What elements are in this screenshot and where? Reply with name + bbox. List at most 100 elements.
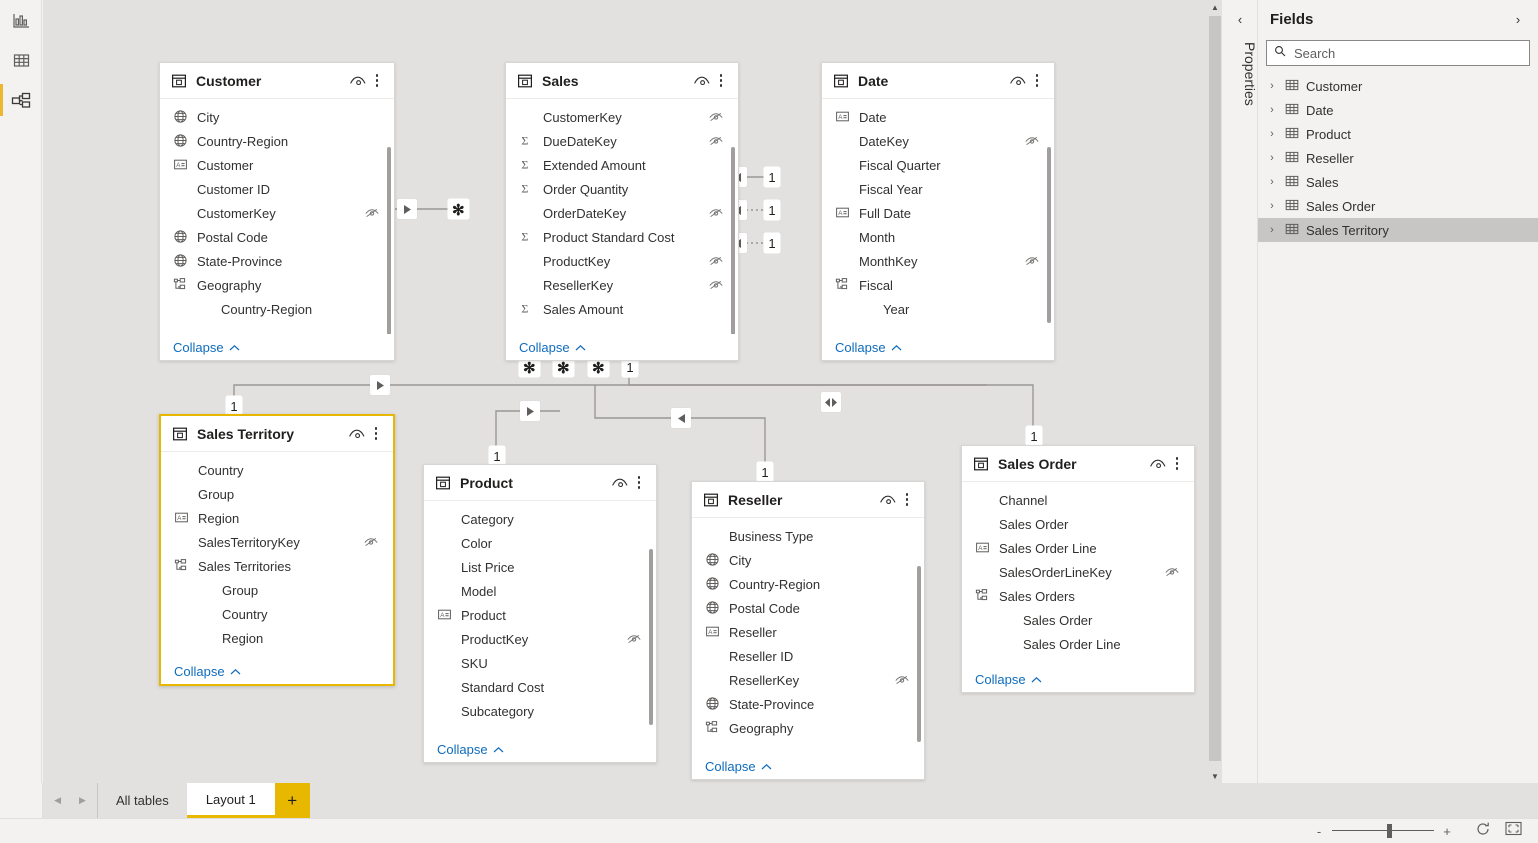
collapse-button[interactable]: Collapse [173, 340, 240, 355]
field-row[interactable]: Business Type [692, 524, 924, 548]
field-row[interactable]: Fiscal Year [822, 177, 1054, 201]
table-card-customer[interactable]: CustomerCityCountry-RegionACustomerCusto… [159, 62, 395, 361]
field-row[interactable]: AProduct [424, 603, 656, 627]
table-card-field-list[interactable]: CountryGroupARegionSalesTerritoryKeySale… [161, 452, 393, 658]
field-row[interactable]: AFull Date [822, 201, 1054, 225]
table-more-options-icon[interactable] [1170, 454, 1184, 474]
field-row[interactable]: Country-Region [160, 297, 394, 321]
chevron-right-icon[interactable]: › [1266, 176, 1278, 188]
fields-list-item-customer[interactable]: ›Customer [1258, 74, 1538, 98]
field-list-scrollbar[interactable] [917, 566, 921, 742]
field-row[interactable]: SalesOrderLineKey [962, 560, 1194, 584]
field-row[interactable]: CustomerKey [506, 105, 738, 129]
hidden-eye-icon[interactable] [363, 534, 379, 550]
hidden-eye-icon[interactable] [364, 205, 380, 221]
field-row[interactable]: Country [161, 458, 393, 482]
field-row[interactable]: City [692, 548, 924, 572]
expand-fields-eye-icon[interactable] [877, 491, 897, 509]
field-row[interactable]: SKU [424, 651, 656, 675]
hidden-eye-icon[interactable] [708, 277, 724, 293]
hidden-eye-icon[interactable] [708, 253, 724, 269]
hidden-eye-icon[interactable] [1024, 253, 1040, 269]
field-row[interactable]: Customer ID [160, 177, 394, 201]
field-row[interactable]: ARegion [161, 506, 393, 530]
field-row[interactable]: ProductKey [506, 249, 738, 273]
triangle-left-icon[interactable]: ◀ [54, 795, 61, 806]
canvas-vertical-scrollbar[interactable]: ▲ ▼ [1208, 0, 1222, 783]
fields-list-item-sales-territory[interactable]: ›Sales Territory [1258, 218, 1538, 242]
chevron-right-icon[interactable]: › [1266, 200, 1278, 212]
properties-pane-collapsed[interactable]: ‹ Properties [1222, 0, 1258, 818]
reset-zoom-button[interactable] [1468, 819, 1498, 843]
fields-list-item-sales-order[interactable]: ›Sales Order [1258, 194, 1538, 218]
field-row[interactable]: Country [161, 602, 393, 626]
table-more-options-icon[interactable] [1030, 71, 1044, 91]
fields-list-item-reseller[interactable]: ›Reseller [1258, 146, 1538, 170]
field-row[interactable]: OrderDateKey [506, 201, 738, 225]
table-card-field-list[interactable]: ChannelSales OrderASales Order LineSales… [962, 482, 1194, 666]
field-row[interactable]: Sales Order [962, 512, 1194, 536]
field-row[interactable]: ΣOrder Quantity [506, 177, 738, 201]
field-list-scrollbar[interactable] [649, 549, 653, 725]
field-row[interactable]: Group [161, 578, 393, 602]
field-row[interactable]: DateKey [822, 129, 1054, 153]
expand-fields-eye-icon[interactable] [691, 72, 711, 90]
field-row[interactable]: ASales Order Line [962, 536, 1194, 560]
field-row[interactable]: ΣDueDateKey [506, 129, 738, 153]
field-row[interactable]: ΣSales Amount [506, 297, 738, 321]
table-card-field-list[interactable]: ADateDateKeyFiscal QuarterFiscal YearAFu… [822, 99, 1054, 334]
collapse-button[interactable]: Collapse [705, 759, 772, 774]
field-row[interactable]: Country-Region [692, 572, 924, 596]
hidden-eye-icon[interactable] [894, 672, 910, 688]
rail-item-report-view[interactable] [0, 0, 42, 40]
field-row[interactable]: Postal Code [160, 225, 394, 249]
field-row[interactable]: List Price [424, 555, 656, 579]
field-list-scrollbar[interactable] [731, 147, 735, 334]
field-row[interactable]: ResellerKey [506, 273, 738, 297]
field-row[interactable]: Sales Order [962, 608, 1194, 632]
table-card-reseller[interactable]: ResellerBusiness TypeCityCountry-RegionP… [691, 481, 925, 780]
field-row[interactable]: State-Province [160, 249, 394, 273]
zoom-slider-handle[interactable] [1387, 824, 1392, 838]
chevron-right-icon[interactable]: › [1266, 128, 1278, 140]
table-card-header[interactable]: Sales [506, 63, 738, 99]
chevron-right-icon[interactable]: › [1266, 80, 1278, 92]
zoom-out-button[interactable]: - [1314, 824, 1324, 839]
field-row[interactable]: ResellerKey [692, 668, 924, 692]
table-more-options-icon[interactable] [900, 490, 914, 510]
field-row[interactable]: Category [424, 507, 656, 531]
table-card-field-list[interactable]: CategoryColorList PriceModelAProductProd… [424, 501, 656, 736]
field-row[interactable]: Sales Orders [962, 584, 1194, 608]
field-row[interactable]: Fiscal Quarter [822, 153, 1054, 177]
field-row[interactable]: SalesTerritoryKey [161, 530, 393, 554]
chevron-right-icon[interactable]: › [1510, 12, 1526, 27]
expand-fields-eye-icon[interactable] [609, 474, 629, 492]
chevron-left-icon[interactable]: ‹ [1232, 10, 1248, 28]
expand-fields-eye-icon[interactable] [1147, 455, 1167, 473]
table-card-header[interactable]: Sales Order [962, 446, 1194, 482]
field-row[interactable]: ΣExtended Amount [506, 153, 738, 177]
field-row[interactable]: Color [424, 531, 656, 555]
fields-list-item-sales[interactable]: ›Sales [1258, 170, 1538, 194]
table-more-options-icon[interactable] [714, 71, 728, 91]
field-row[interactable]: MonthKey [822, 249, 1054, 273]
triangle-right-icon[interactable]: ▶ [79, 795, 86, 806]
table-card-date[interactable]: DateADateDateKeyFiscal QuarterFiscal Yea… [821, 62, 1055, 361]
field-row[interactable]: Fiscal [822, 273, 1054, 297]
field-row[interactable]: City [160, 105, 394, 129]
table-card-product[interactable]: ProductCategoryColorList PriceModelAProd… [423, 464, 657, 763]
table-card-field-list[interactable]: Business TypeCityCountry-RegionPostal Co… [692, 518, 924, 753]
zoom-slider[interactable] [1332, 824, 1434, 838]
hidden-eye-icon[interactable] [708, 205, 724, 221]
table-card-header[interactable]: Date [822, 63, 1054, 99]
collapse-button[interactable]: Collapse [437, 742, 504, 757]
hidden-eye-icon[interactable] [626, 631, 642, 647]
tab-layout-1[interactable]: Layout 1 [187, 783, 275, 818]
table-card-sales[interactable]: Sales CustomerKeyΣDueDateKeyΣExtended Amo… [505, 62, 739, 361]
search-input[interactable] [1292, 45, 1522, 62]
field-row[interactable]: Model [424, 579, 656, 603]
chevron-right-icon[interactable]: › [1266, 224, 1278, 236]
field-list-scrollbar[interactable] [1047, 147, 1051, 323]
field-row[interactable]: Sales Territories [161, 554, 393, 578]
fields-list-item-date[interactable]: ›Date [1258, 98, 1538, 122]
